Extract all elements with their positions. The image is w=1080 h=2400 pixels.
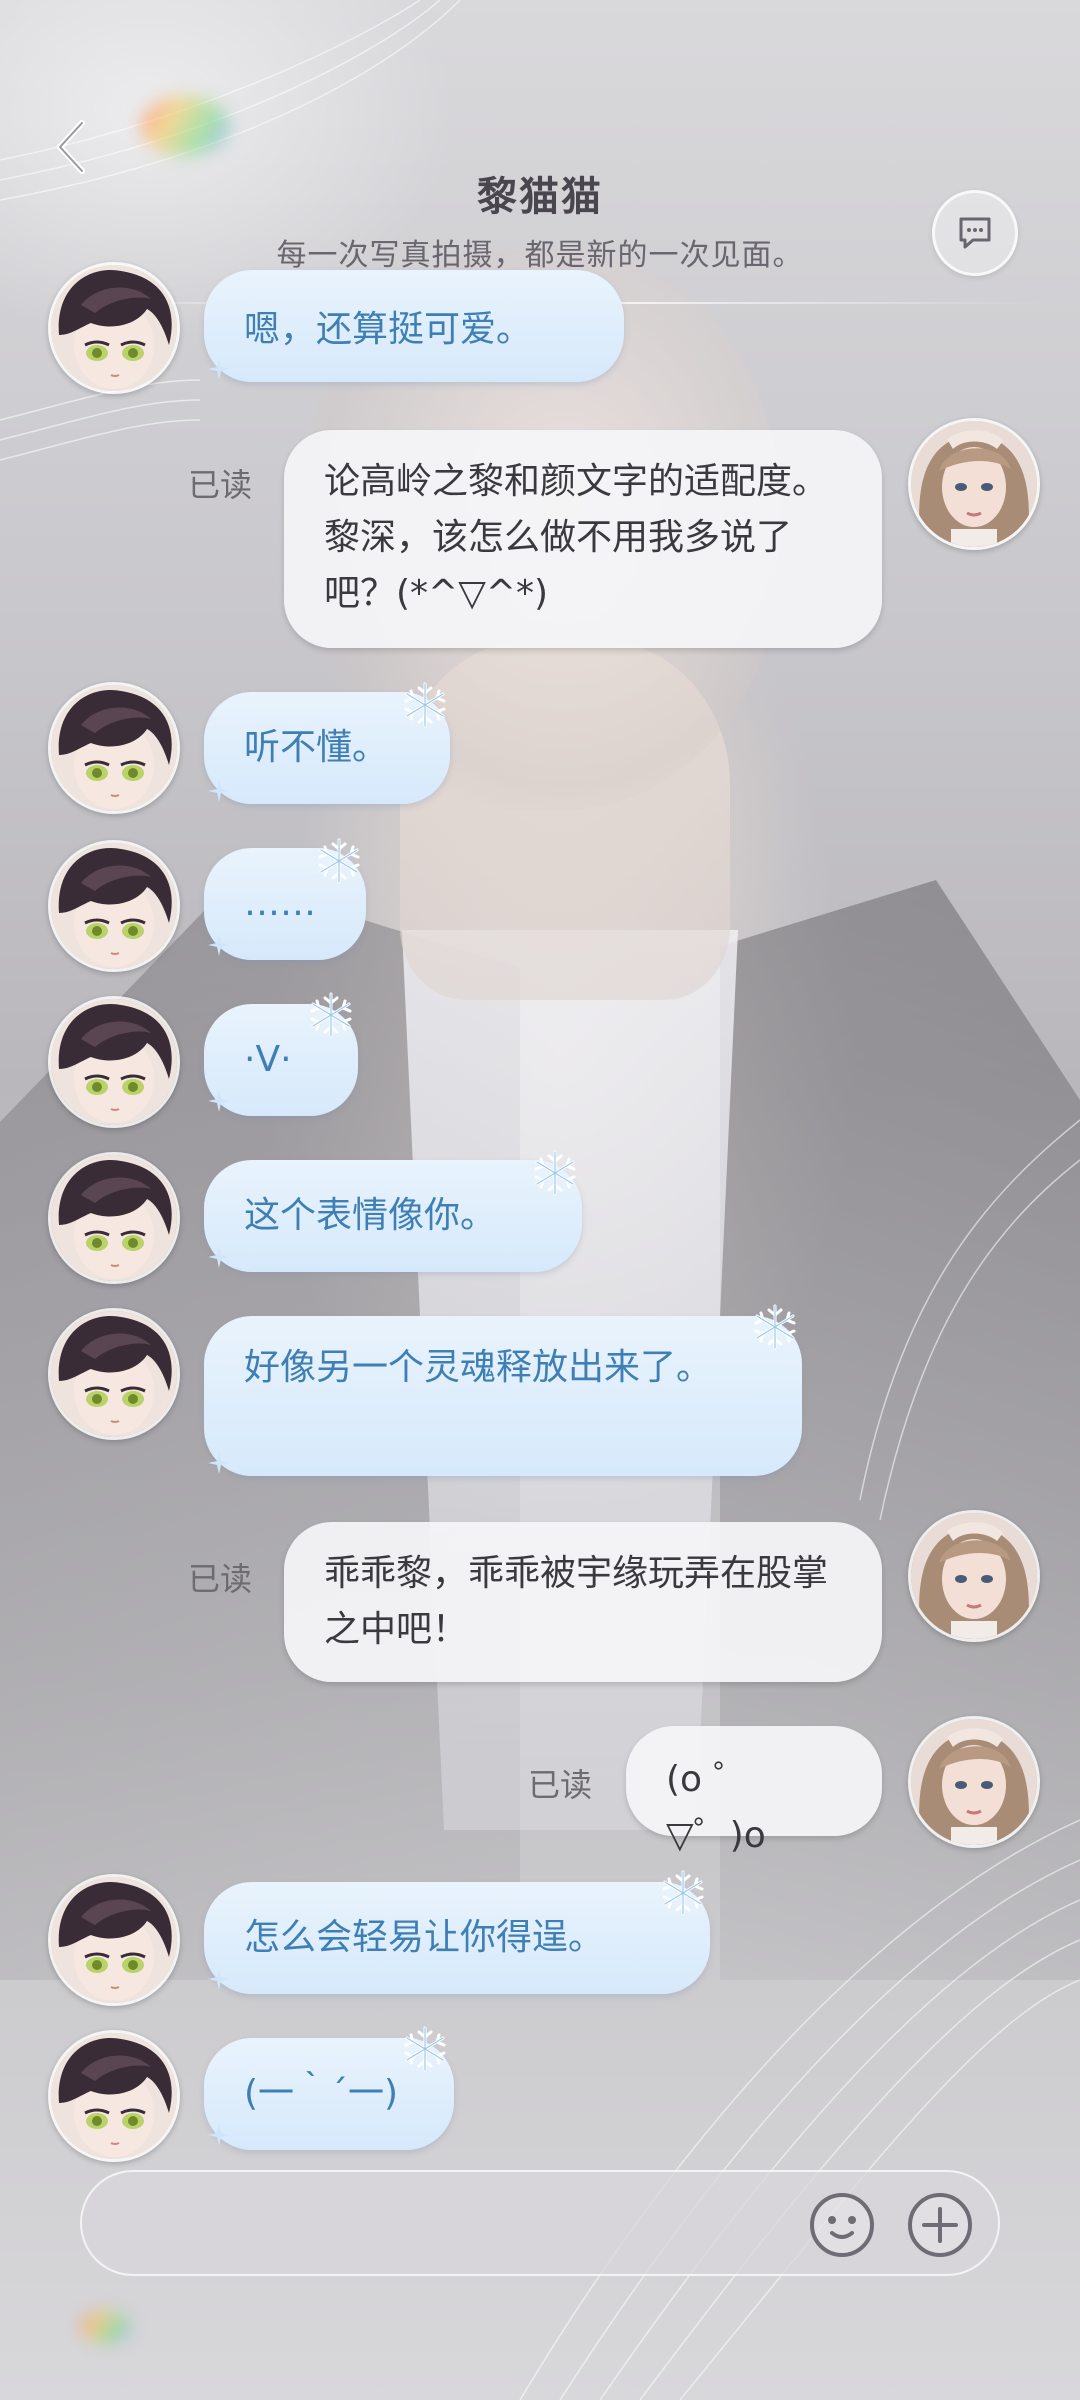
contact-avatar[interactable] xyxy=(48,682,180,814)
read-status: 已读 xyxy=(188,1560,253,1598)
snowflake-decoration xyxy=(306,990,356,1040)
contact-avatar[interactable] xyxy=(48,262,180,394)
snowflake-decoration xyxy=(658,1868,708,1918)
read-status: 已读 xyxy=(528,1766,593,1804)
user-avatar[interactable] xyxy=(908,418,1040,550)
message-input[interactable] xyxy=(122,2190,846,2262)
chat-header: 黎猫猫 每一次写真拍摄，都是新的一次见面。 xyxy=(0,0,1080,300)
sparkle-decoration xyxy=(208,1452,230,1474)
contact-avatar[interactable] xyxy=(48,1152,180,1284)
sparkle-decoration xyxy=(208,780,230,802)
sparkle-decoration xyxy=(208,1968,230,1990)
sparkle-decoration xyxy=(208,1246,230,1268)
chat-screen: 黎猫猫 每一次写真拍摄，都是新的一次见面。 嗯，还算挺可爱。 已读 论高岭之黎和… xyxy=(0,0,1080,2400)
page-subtitle: 每一次写真拍摄，都是新的一次见面。 xyxy=(276,238,804,273)
sparkle-decoration xyxy=(208,358,230,380)
emoji-button[interactable] xyxy=(808,2191,876,2259)
message-composer xyxy=(80,2170,1000,2276)
message-bubble-incoming[interactable]: 嗯，还算挺可爱。 xyxy=(204,270,624,382)
emoji-icon xyxy=(810,2193,874,2257)
snowflake-decoration xyxy=(400,2024,450,2074)
user-avatar[interactable] xyxy=(908,1510,1040,1642)
sparkle-decoration xyxy=(208,934,230,956)
message-bubble-incoming[interactable]: 好像另一个灵魂释放出来了。 xyxy=(204,1316,802,1476)
message-bubble-outgoing[interactable]: 乖乖黎，乖乖被宇缘玩弄在股掌之中吧！ xyxy=(284,1522,882,1682)
message-bubble-outgoing[interactable]: 论高岭之黎和颜文字的适配度。黎深，该怎么做不用我多说了吧？(*^▽^*) xyxy=(284,430,882,648)
message-bubble-outgoing[interactable]: (o ゜▽゜)o xyxy=(626,1726,882,1856)
sparkle-decoration xyxy=(208,2124,230,2146)
moments-button[interactable] xyxy=(932,190,1018,276)
user-avatar[interactable] xyxy=(908,1716,1040,1848)
read-status: 已读 xyxy=(188,466,253,504)
more-button[interactable] xyxy=(906,2191,974,2259)
contact-avatar[interactable] xyxy=(48,840,180,972)
snowflake-decoration xyxy=(530,1148,580,1198)
message-bubble-incoming[interactable]: 这个表情像你。 xyxy=(204,1160,582,1272)
message-bubble-incoming[interactable]: 怎么会轻易让你得逞。 xyxy=(204,1882,710,1994)
snowflake-decoration xyxy=(400,680,450,730)
plus-icon xyxy=(908,2193,972,2257)
snowflake-decoration xyxy=(314,836,364,886)
snowflake-decoration xyxy=(750,1302,800,1352)
contact-avatar[interactable] xyxy=(48,996,180,1128)
contact-avatar[interactable] xyxy=(48,1874,180,2006)
contact-avatar[interactable] xyxy=(48,2030,180,2162)
light-refraction-bottom xyxy=(80,2310,130,2344)
sparkle-decoration xyxy=(208,1090,230,1112)
chat-bubble-icon xyxy=(959,217,991,249)
page-title: 黎猫猫 xyxy=(477,174,603,220)
contact-avatar[interactable] xyxy=(48,1308,180,1440)
